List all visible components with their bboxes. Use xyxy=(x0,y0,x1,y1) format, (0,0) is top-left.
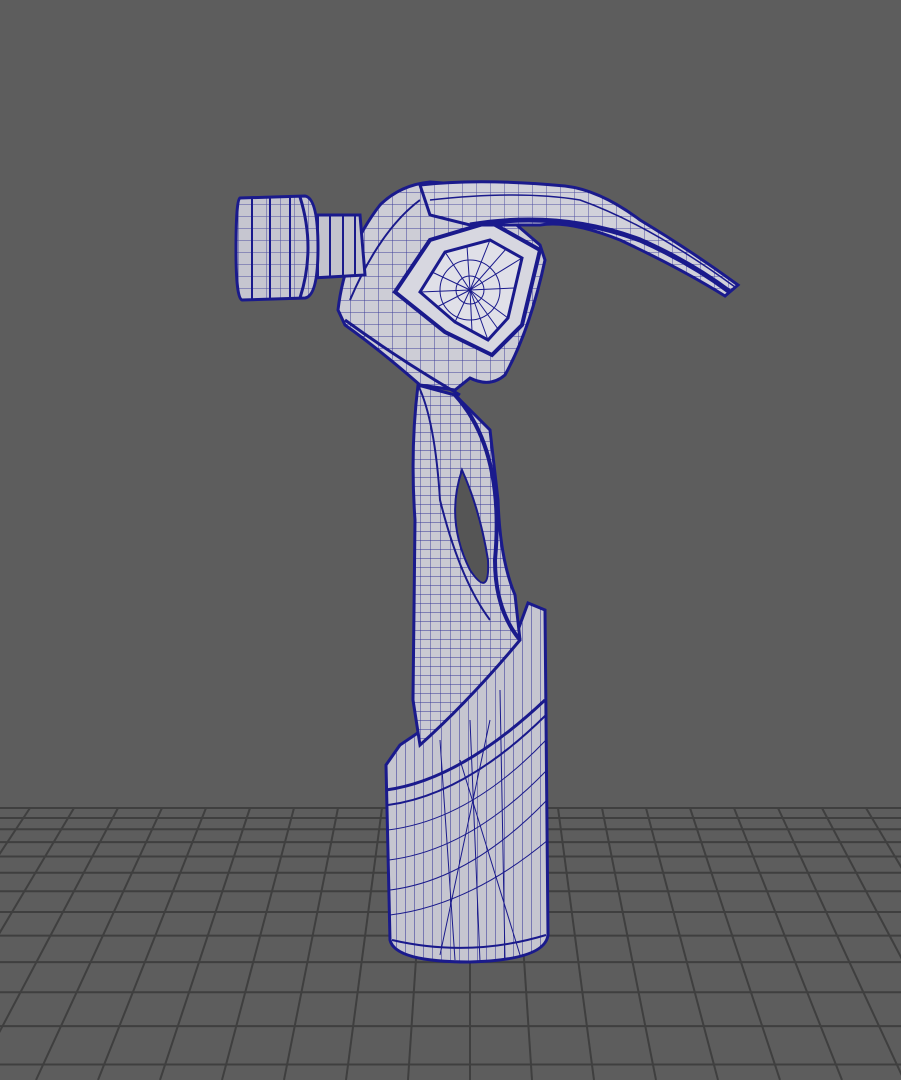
grid-line xyxy=(35,807,163,1080)
hammer-mesh[interactable] xyxy=(234,180,741,964)
grid-line xyxy=(97,807,207,1080)
grid-line xyxy=(777,807,901,1076)
grid-line xyxy=(0,807,75,935)
grid-line xyxy=(601,807,657,1080)
grid-line xyxy=(0,807,31,856)
grid-line xyxy=(645,807,719,1080)
grid-line xyxy=(283,807,339,1080)
grid-line xyxy=(0,807,119,1034)
hammer-head-cap[interactable] xyxy=(234,194,320,302)
hammer-neck[interactable] xyxy=(310,213,367,280)
grid-line xyxy=(159,807,251,1080)
grid-line xyxy=(689,807,781,1080)
grid-line xyxy=(221,807,295,1080)
grid-line xyxy=(865,807,901,869)
3d-viewport[interactable] xyxy=(0,0,901,1080)
grid-line xyxy=(345,807,383,1080)
grid-line xyxy=(557,807,595,1080)
grid-line xyxy=(733,807,843,1080)
viewport-canvas[interactable] xyxy=(0,0,901,1080)
